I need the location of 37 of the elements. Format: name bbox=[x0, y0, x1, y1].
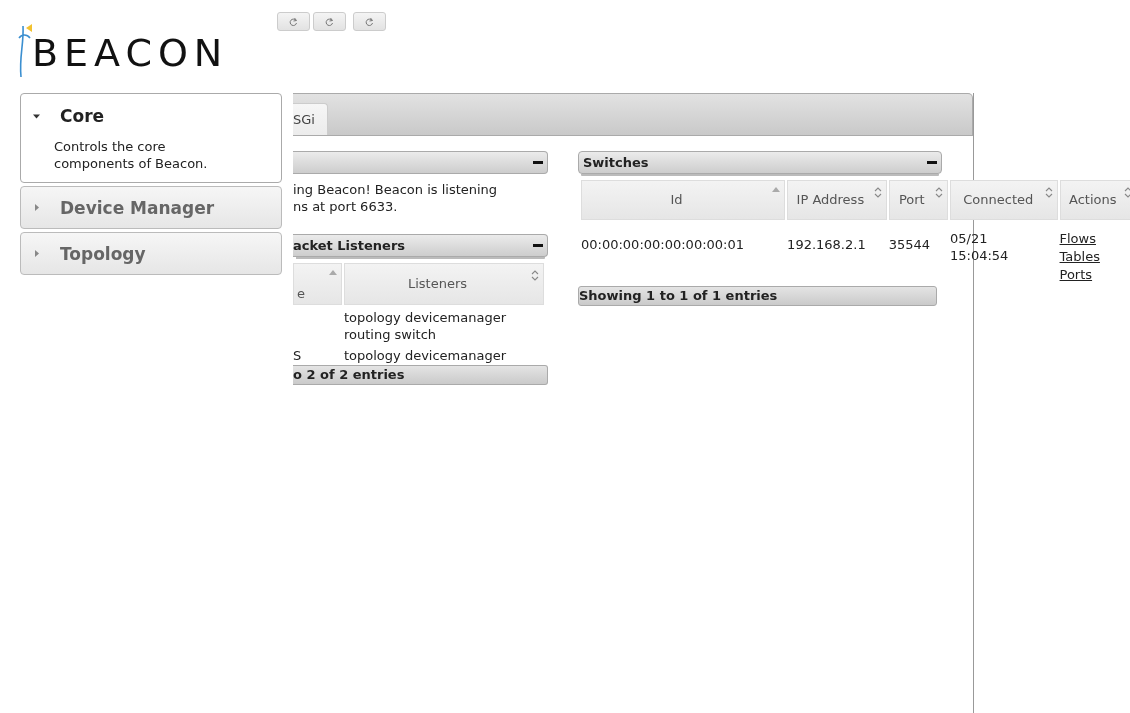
table-cell-text: 05/21 15:04:54 bbox=[949, 230, 1010, 265]
column-header[interactable]: e bbox=[293, 263, 342, 305]
column-header[interactable]: Id bbox=[581, 180, 786, 220]
refresh-icon bbox=[365, 16, 374, 27]
column-header[interactable]: Connected bbox=[949, 180, 1058, 220]
panel-title: Switches bbox=[583, 155, 649, 170]
minus-icon bbox=[927, 161, 937, 164]
table-footer: Showing 1 to 1 of 1 entries bbox=[578, 286, 937, 306]
panel-title: acket Listeners bbox=[293, 238, 406, 253]
section-description: Controls the core components of Beacon. bbox=[54, 138, 209, 172]
column-header[interactable]: IP Address bbox=[787, 180, 887, 220]
caret-right-icon bbox=[33, 250, 40, 257]
table-cell-text: 35544 bbox=[888, 236, 931, 254]
refresh-icon bbox=[289, 16, 298, 27]
action-link[interactable]: Flows bbox=[1059, 230, 1096, 248]
accordion-header[interactable]: Core bbox=[21, 94, 281, 138]
minus-icon bbox=[533, 244, 543, 247]
table-footer: o 2 of 2 entries bbox=[293, 365, 548, 385]
table-cell-text: topology devicemanager bbox=[344, 347, 508, 364]
column-header[interactable]: Port bbox=[888, 180, 948, 220]
table-cell-text: 00:00:00:00:00:00:00:01 bbox=[581, 236, 745, 254]
table-cell-text: S bbox=[293, 347, 303, 364]
action-link[interactable]: Ports bbox=[1059, 266, 1093, 284]
message-text: ing Beacon! Beacon is listening bbox=[293, 181, 499, 198]
action-link[interactable]: Tables bbox=[1059, 248, 1100, 266]
tab[interactable]: SGi bbox=[293, 103, 328, 135]
column-header[interactable]: Actions bbox=[1059, 180, 1130, 220]
accordion-header[interactable]: Device Manager bbox=[21, 187, 281, 228]
column-header[interactable]: Listeners bbox=[344, 263, 544, 305]
message-text: ns at port 6633. bbox=[293, 198, 399, 215]
table-cell-text: 192.168.2.1 bbox=[787, 236, 867, 254]
caret-right-icon bbox=[33, 204, 40, 211]
minus-icon bbox=[533, 161, 543, 164]
caret-down-icon bbox=[33, 112, 40, 120]
accordion-header[interactable]: Topology bbox=[21, 233, 281, 274]
logo-text: BEACON bbox=[32, 32, 229, 74]
refresh-icon bbox=[325, 16, 334, 27]
